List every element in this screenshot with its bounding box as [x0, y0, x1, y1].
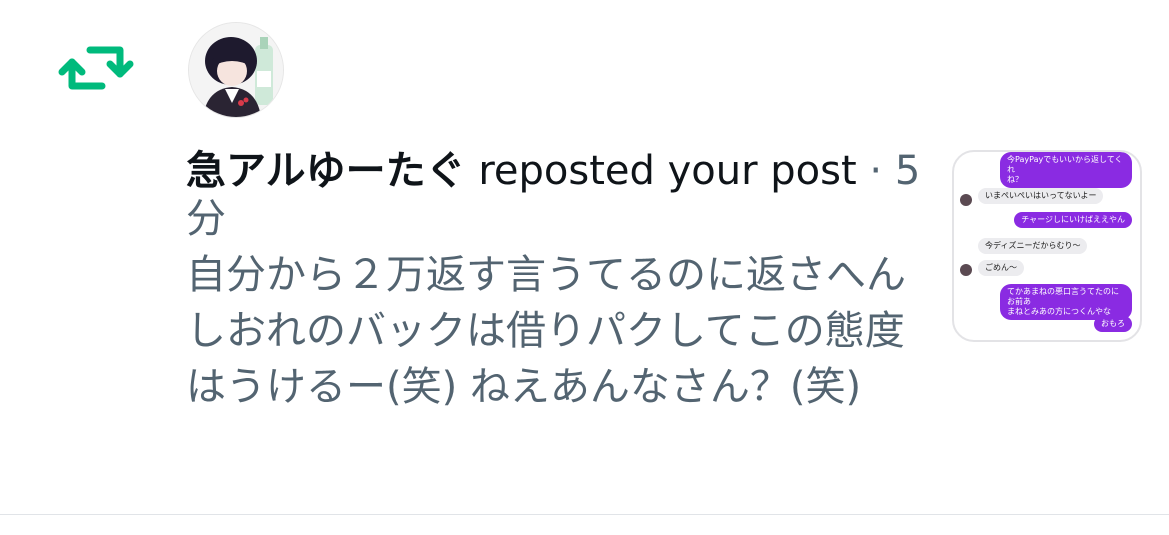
repost-notification[interactable]: 急アルゆーたぐ reposted your post · 5分 自分から２万返す… — [0, 0, 1169, 514]
action-text: reposted your post — [465, 148, 857, 194]
avatar[interactable] — [189, 23, 283, 117]
repost-icon — [58, 40, 134, 96]
chat-message: いまぺいぺいはいってないよー — [978, 188, 1104, 204]
post-image-thumbnail[interactable]: 今PayPayでもいいから返してくれ ね？ いまぺいぺいはいってないよー チャー… — [952, 150, 1142, 342]
chat-avatar — [960, 194, 972, 206]
chat-message: ごめん〜 — [978, 260, 1024, 276]
chat-message: 今ディズニーだからむり〜 — [978, 238, 1088, 254]
chat-avatar — [960, 264, 972, 276]
chat-message: 今PayPayでもいいから返してくれ ね？ — [1000, 152, 1132, 188]
notification-content: 急アルゆーたぐ reposted your post · 5分 自分から２万返す… — [186, 147, 926, 415]
separator: · — [856, 148, 895, 194]
notification-headline: 急アルゆーたぐ reposted your post · 5分 — [186, 147, 926, 243]
user-name[interactable]: 急アルゆーたぐ — [186, 148, 466, 194]
chat-message: チャージしにいけばええやん — [1014, 212, 1132, 228]
chat-message: おもろ — [1094, 316, 1132, 332]
chat-message: てかあまねの悪口言うてたのにお前あ まねとみあの方につくんやな — [1000, 284, 1132, 320]
divider — [0, 514, 1169, 515]
post-text[interactable]: 自分から２万返す言うてるのに返さへんしおれのバックは借りパクしてこの態度はうける… — [186, 247, 906, 415]
